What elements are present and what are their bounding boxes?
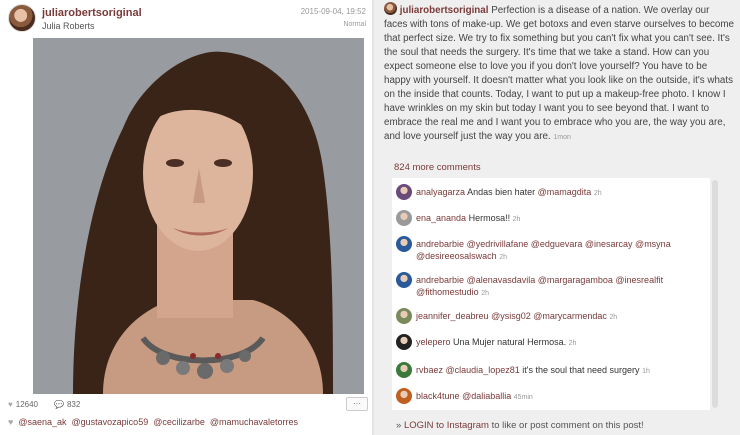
tag-link[interactable]: @mamuchavaletorres: [210, 417, 298, 427]
post-panel: juliarobertsoriginal Julia Roberts 2015-…: [0, 0, 372, 435]
more-options-button[interactable]: ···: [346, 397, 368, 411]
comment-username[interactable]: black4tune: [416, 391, 460, 401]
caption-text: Perfection is a disease of a nation. We …: [384, 5, 734, 142]
comment-time: 1h: [642, 368, 650, 375]
heart-icon[interactable]: ♥: [8, 417, 13, 427]
post-photo[interactable]: [33, 38, 364, 394]
login-prefix: »: [396, 420, 404, 431]
comments-stat[interactable]: 💬 832: [54, 400, 80, 409]
comment-time: 2h: [568, 340, 577, 347]
login-prompt: » LOGIN to Instagram to like or post com…: [396, 420, 644, 431]
comment-time: 2h: [593, 190, 602, 197]
post-real-name: Julia Roberts: [42, 21, 95, 31]
avatar[interactable]: [396, 362, 412, 378]
caption: juliarobertsoriginal Perfection is a dis…: [384, 2, 734, 145]
caption-username[interactable]: juliarobertsoriginal: [400, 5, 489, 16]
comment-text: it's the soul that need surgery: [522, 365, 640, 375]
post-username[interactable]: juliarobertsoriginal: [42, 7, 142, 19]
post-header: juliarobertsoriginal Julia Roberts 2015-…: [8, 4, 368, 34]
comment-mentions[interactable]: @mamagdita: [538, 187, 592, 197]
comment-mentions[interactable]: @claudia_lopez81: [446, 365, 520, 375]
comment-time: 2h: [512, 216, 521, 223]
post-footer: ♥ 12640 💬 832 ···: [8, 397, 368, 413]
tag-link[interactable]: @gustavozapico59: [72, 417, 149, 427]
comment-username[interactable]: yelepero: [416, 337, 451, 347]
avatar[interactable]: [8, 4, 36, 32]
comment-username[interactable]: rvbaez: [416, 365, 443, 375]
post-timestamp: 2015-09-04, 19:52: [300, 7, 366, 16]
comments-panel: juliarobertsoriginal Perfection is a dis…: [374, 0, 740, 435]
comment-username[interactable]: jeannifer_deabreu: [416, 311, 489, 321]
tag-link[interactable]: @cecilizarbe: [153, 417, 205, 427]
comment-time: 2h: [499, 254, 507, 261]
comment-text: Una Mujer natural Hermosa.: [453, 337, 567, 347]
heart-icon: ♥: [8, 400, 13, 409]
portrait-image: [33, 38, 364, 394]
likes-count: 12640: [15, 400, 38, 409]
comment-time: 45min: [513, 394, 533, 401]
avatar[interactable]: [396, 388, 412, 404]
comment-scrollbar[interactable]: [712, 180, 718, 408]
avatar[interactable]: [396, 334, 412, 350]
avatar[interactable]: [396, 236, 412, 252]
avatar[interactable]: [384, 2, 397, 15]
avatar[interactable]: [396, 308, 412, 324]
comment-username[interactable]: andrebarbie: [416, 239, 464, 249]
avatar[interactable]: [396, 210, 412, 226]
comment-mentions[interactable]: @ysisg02 @marycarmendac: [491, 311, 607, 321]
comment-text: Andas bien hater: [467, 187, 536, 197]
more-comments-link[interactable]: 824 more comments: [394, 162, 481, 173]
comment-bubble-icon: 💬: [54, 400, 64, 409]
avatar[interactable]: [396, 184, 412, 200]
tag-link[interactable]: @saena_ak: [18, 417, 66, 427]
comment-mentions[interactable]: @daliaballia: [462, 391, 511, 401]
comment-time: 2h: [481, 290, 489, 297]
tagged-users: ♥ @saena_ak @gustavozapico59 @cecilizarb…: [8, 417, 298, 427]
comments-count: 832: [66, 400, 81, 409]
caption-time: 1mon: [553, 134, 571, 141]
comment-username[interactable]: ena_ananda: [416, 213, 466, 223]
login-suffix: to like or post comment on this post!: [488, 420, 644, 431]
likes-stat[interactable]: ♥ 12640: [8, 400, 38, 409]
avatar[interactable]: [396, 272, 412, 288]
post-filter: Normal: [343, 21, 366, 28]
comment-time: 2h: [609, 314, 618, 321]
comment-text: Hermosa!!: [468, 213, 511, 223]
login-link[interactable]: LOGIN to Instagram: [404, 420, 489, 431]
comment-list[interactable]: analyagarza Andas bien hater @mamagdita …: [392, 178, 710, 410]
comment-username[interactable]: analyagarza: [416, 187, 465, 197]
comment-username[interactable]: andrebarbie: [416, 275, 464, 285]
